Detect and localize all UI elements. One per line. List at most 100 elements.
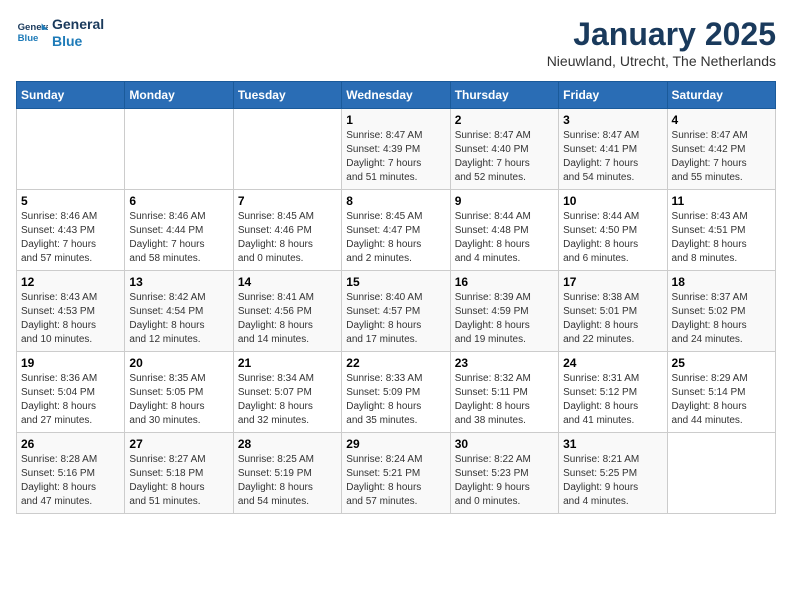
day-cell: 5 Sunrise: 8:46 AM Sunset: 4:43 PM Daylig… [17,190,125,271]
day-cell: 3 Sunrise: 8:47 AM Sunset: 4:41 PM Daylig… [559,109,667,190]
day-number: 6 [129,194,228,208]
day-number: 12 [21,275,120,289]
week-row-4: 19Sunrise: 8:36 AM Sunset: 5:04 PM Dayli… [17,352,776,433]
day-info: Sunrise: 8:27 AM Sunset: 5:18 PM Dayligh… [129,453,228,509]
day-cell: 29 Sunrise: 8:24 AM Sunset: 5:21 PM Dayli… [342,433,450,514]
day-cell: 17 Sunrise: 8:38 AM Sunset: 5:01 PM Dayli… [559,271,667,352]
day-number: 30 [455,437,554,451]
day-number: 18 [672,275,771,289]
page-header: General Blue General Blue January 2025 N… [16,16,776,69]
day-cell: 24 Sunrise: 8:31 AM Sunset: 5:12 PM Dayli… [559,352,667,433]
day-cell: 30 Sunrise: 8:22 AM Sunset: 5:23 PM Dayli… [450,433,558,514]
day-number: 10 [563,194,662,208]
logo-icon: General Blue [16,17,48,49]
day-info: Sunrise: 8:43 AM Sunset: 4:51 PM Dayligh… [672,210,771,266]
weekday-header-row: SundayMondayTuesdayWednesdayThursdayFrid… [17,82,776,109]
weekday-header-friday: Friday [559,82,667,109]
day-number: 24 [563,356,662,370]
day-cell: 11 Sunrise: 8:43 AM Sunset: 4:51 PM Dayli… [667,190,775,271]
svg-text:Blue: Blue [18,33,39,44]
day-cell: 28Sunrise: 8:25 AM Sunset: 5:19 PM Dayli… [233,433,341,514]
week-row-5: 26 Sunrise: 8:28 AM Sunset: 5:16 PM Dayli… [17,433,776,514]
day-cell: 20Sunrise: 8:35 AM Sunset: 5:05 PM Dayli… [125,352,233,433]
day-number: 7 [238,194,337,208]
day-number: 5 [21,194,120,208]
day-cell: 22 Sunrise: 8:33 AM Sunset: 5:09 PM Dayli… [342,352,450,433]
weekday-header-wednesday: Wednesday [342,82,450,109]
day-info: Sunrise: 8:44 AM Sunset: 4:48 PM Dayligh… [455,210,554,266]
day-number: 31 [563,437,662,451]
day-number: 16 [455,275,554,289]
day-number: 22 [346,356,445,370]
day-info: Sunrise: 8:38 AM Sunset: 5:01 PM Dayligh… [563,291,662,347]
day-number: 3 [563,113,662,127]
day-cell [667,433,775,514]
day-info: Sunrise: 8:22 AM Sunset: 5:23 PM Dayligh… [455,453,554,509]
day-info: Sunrise: 8:44 AM Sunset: 4:50 PM Dayligh… [563,210,662,266]
day-cell: 10 Sunrise: 8:44 AM Sunset: 4:50 PM Dayli… [559,190,667,271]
day-number: 8 [346,194,445,208]
month-title: January 2025 [547,16,776,53]
day-info: Sunrise: 8:41 AM Sunset: 4:56 PM Dayligh… [238,291,337,347]
day-info: Sunrise: 8:28 AM Sunset: 5:16 PM Dayligh… [21,453,120,509]
day-number: 26 [21,437,120,451]
day-number: 1 [346,113,445,127]
title-block: January 2025 Nieuwland, Utrecht, The Net… [547,16,776,69]
day-cell: 23Sunrise: 8:32 AM Sunset: 5:11 PM Dayli… [450,352,558,433]
day-cell: 27 Sunrise: 8:27 AM Sunset: 5:18 PM Dayli… [125,433,233,514]
day-cell: 16 Sunrise: 8:39 AM Sunset: 4:59 PM Dayli… [450,271,558,352]
day-number: 28 [238,437,337,451]
day-cell: 15 Sunrise: 8:40 AM Sunset: 4:57 PM Dayli… [342,271,450,352]
day-info: Sunrise: 8:46 AM Sunset: 4:43 PM Dayligh… [21,210,120,266]
day-number: 29 [346,437,445,451]
day-info: Sunrise: 8:47 AM Sunset: 4:42 PM Dayligh… [672,129,771,185]
week-row-2: 5 Sunrise: 8:46 AM Sunset: 4:43 PM Daylig… [17,190,776,271]
day-cell: 18 Sunrise: 8:37 AM Sunset: 5:02 PM Dayli… [667,271,775,352]
day-cell: 21Sunrise: 8:34 AM Sunset: 5:07 PM Dayli… [233,352,341,433]
week-row-1: 1 Sunrise: 8:47 AM Sunset: 4:39 PM Daylig… [17,109,776,190]
day-number: 2 [455,113,554,127]
weekday-header-thursday: Thursday [450,82,558,109]
day-info: Sunrise: 8:47 AM Sunset: 4:39 PM Dayligh… [346,129,445,185]
day-info: Sunrise: 8:24 AM Sunset: 5:21 PM Dayligh… [346,453,445,509]
day-cell: 2 Sunrise: 8:47 AM Sunset: 4:40 PM Daylig… [450,109,558,190]
weekday-header-tuesday: Tuesday [233,82,341,109]
day-info: Sunrise: 8:39 AM Sunset: 4:59 PM Dayligh… [455,291,554,347]
day-info: Sunrise: 8:36 AM Sunset: 5:04 PM Dayligh… [21,372,120,428]
day-number: 21 [238,356,337,370]
day-info: Sunrise: 8:43 AM Sunset: 4:53 PM Dayligh… [21,291,120,347]
logo-line1: General [52,16,104,33]
day-info: Sunrise: 8:46 AM Sunset: 4:44 PM Dayligh… [129,210,228,266]
weekday-header-sunday: Sunday [17,82,125,109]
day-number: 25 [672,356,771,370]
day-number: 11 [672,194,771,208]
day-info: Sunrise: 8:31 AM Sunset: 5:12 PM Dayligh… [563,372,662,428]
day-cell [233,109,341,190]
day-info: Sunrise: 8:47 AM Sunset: 4:41 PM Dayligh… [563,129,662,185]
day-cell: 14Sunrise: 8:41 AM Sunset: 4:56 PM Dayli… [233,271,341,352]
day-info: Sunrise: 8:47 AM Sunset: 4:40 PM Dayligh… [455,129,554,185]
day-cell: 19Sunrise: 8:36 AM Sunset: 5:04 PM Dayli… [17,352,125,433]
day-info: Sunrise: 8:40 AM Sunset: 4:57 PM Dayligh… [346,291,445,347]
day-number: 9 [455,194,554,208]
day-cell: 25Sunrise: 8:29 AM Sunset: 5:14 PM Dayli… [667,352,775,433]
day-cell: 1 Sunrise: 8:47 AM Sunset: 4:39 PM Daylig… [342,109,450,190]
day-cell: 8 Sunrise: 8:45 AM Sunset: 4:47 PM Daylig… [342,190,450,271]
calendar-table: SundayMondayTuesdayWednesdayThursdayFrid… [16,81,776,514]
day-number: 20 [129,356,228,370]
day-info: Sunrise: 8:33 AM Sunset: 5:09 PM Dayligh… [346,372,445,428]
day-number: 23 [455,356,554,370]
day-cell: 12 Sunrise: 8:43 AM Sunset: 4:53 PM Dayli… [17,271,125,352]
day-info: Sunrise: 8:45 AM Sunset: 4:47 PM Dayligh… [346,210,445,266]
day-cell [125,109,233,190]
day-cell: 9 Sunrise: 8:44 AM Sunset: 4:48 PM Daylig… [450,190,558,271]
day-number: 15 [346,275,445,289]
day-number: 17 [563,275,662,289]
logo-line2: Blue [52,33,104,50]
day-number: 27 [129,437,228,451]
day-info: Sunrise: 8:37 AM Sunset: 5:02 PM Dayligh… [672,291,771,347]
weekday-header-saturday: Saturday [667,82,775,109]
weekday-header-monday: Monday [125,82,233,109]
day-cell: 26 Sunrise: 8:28 AM Sunset: 5:16 PM Dayli… [17,433,125,514]
day-cell [17,109,125,190]
